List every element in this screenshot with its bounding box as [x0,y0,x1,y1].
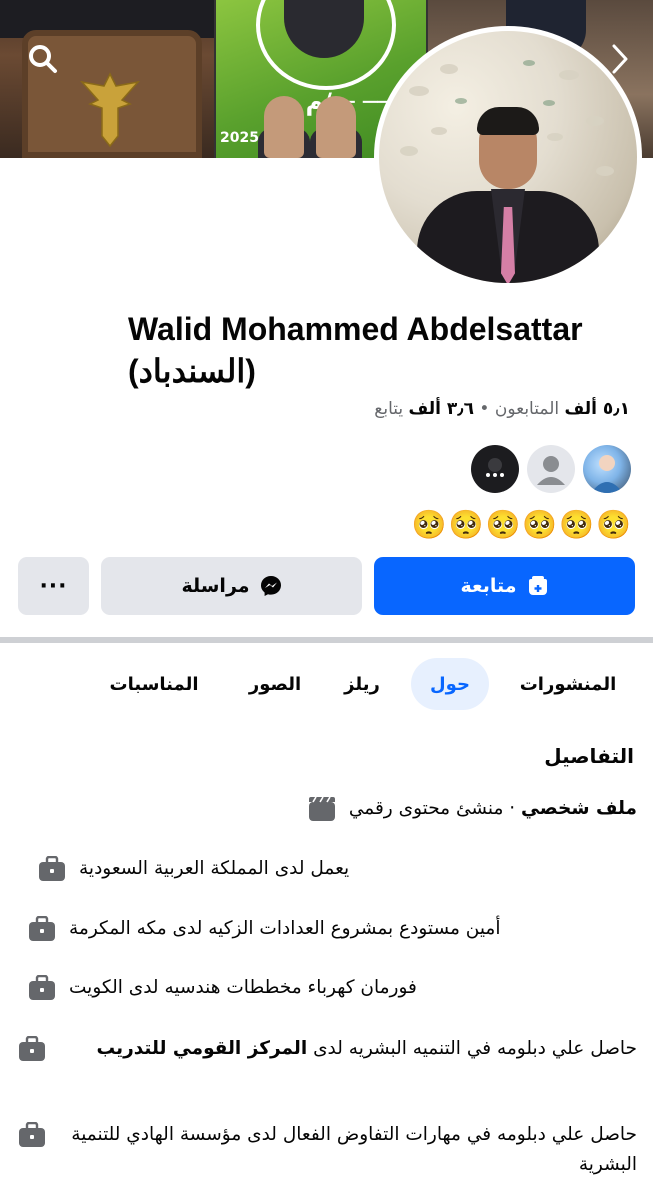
follow-stats[interactable]: ٥٫١ ألف المتابعون • ٣٫٦ ألف يتابع [374,399,630,419]
avatar[interactable] [374,26,642,288]
section-divider [0,637,653,643]
detail-item: حاصل علي دبلومه في مهارات التفاوض الفعال… [17,1120,637,1180]
search-icon[interactable] [26,42,60,76]
detail-item-text: أمين مستودع بمشروع العدادات الزكيه لدى م… [69,918,501,939]
tab-reels[interactable]: ريلز [334,658,390,710]
friends-avatars[interactable] [471,445,631,493]
tab-about[interactable]: حول [411,658,489,710]
followers-label: المتابعون [494,399,560,419]
detail-item-text: حاصل علي دبلومه في مهارات التفاوض الفعال… [71,1124,637,1175]
eagle-emblem-icon [79,72,141,148]
briefcase-icon [37,854,67,884]
following-label: يتابع [374,399,404,419]
briefcase-icon [17,1120,47,1150]
profile-type-bold: ملف شخصي [521,798,637,819]
messenger-icon [260,575,282,597]
tab-events[interactable]: المناسبات [94,658,214,710]
tab-posts[interactable]: المنشورات [507,658,629,710]
more-friends-icon[interactable] [471,445,519,493]
tab-photos[interactable]: الصور [236,658,314,710]
briefcase-icon [27,914,57,944]
cover-image-1 [0,0,214,158]
profile-bio: 🥺🥺🥺🥺🥺🥺 [411,508,633,541]
add-friend-icon [527,575,549,597]
following-count: ٣٫٦ ألف [408,399,475,419]
clapperboard-icon [307,794,337,824]
profile-name: Walid Mohammed Abdelsattar (السندباد) [128,311,583,389]
profile-type-sep: · [503,798,522,819]
briefcase-icon [27,973,57,1003]
message-button[interactable]: مراسلة [101,557,362,615]
detail-item-text: حاصل علي دبلومه في التنميه البشريه لدى [307,1038,637,1059]
briefcase-icon [17,1034,47,1064]
more-options-button[interactable]: ··· [18,557,89,615]
detail-item: حاصل علي دبلومه في التنميه البشريه لدى ا… [17,1034,637,1064]
follow-button-label: متابعة [460,575,517,597]
message-button-label: مراسلة [181,575,250,597]
detail-profile-type: ملف شخصي · منشئ محتوى رقمي [307,794,637,824]
profile-tabs: المنشورات حول ريلز الصور المناسبات [0,658,653,712]
detail-item-text: يعمل لدى المملكة العربية السعودية [79,858,350,879]
details-heading: التفاصيل [544,744,634,768]
followers-count: ٥٫١ ألف [564,399,630,419]
detail-item-text: فورمان كهرباء مخططات هندسيه لدى الكويت [69,977,417,998]
profile-type-rest: منشئ محتوى رقمي [348,798,504,819]
detail-item: أمين مستودع بمشروع العدادات الزكيه لدى م… [27,914,637,944]
friend-avatar[interactable] [583,445,631,493]
default-avatar-icon[interactable] [527,445,575,493]
stats-separator: • [479,399,490,419]
detail-item: يعمل لدى المملكة العربية السعودية [37,854,637,884]
follow-button[interactable]: متابعة [374,557,635,615]
detail-item-text-bold: المركز القومي للتدريب [96,1038,308,1059]
detail-item: فورمان كهرباء مخططات هندسيه لدى الكويت [27,973,637,1003]
